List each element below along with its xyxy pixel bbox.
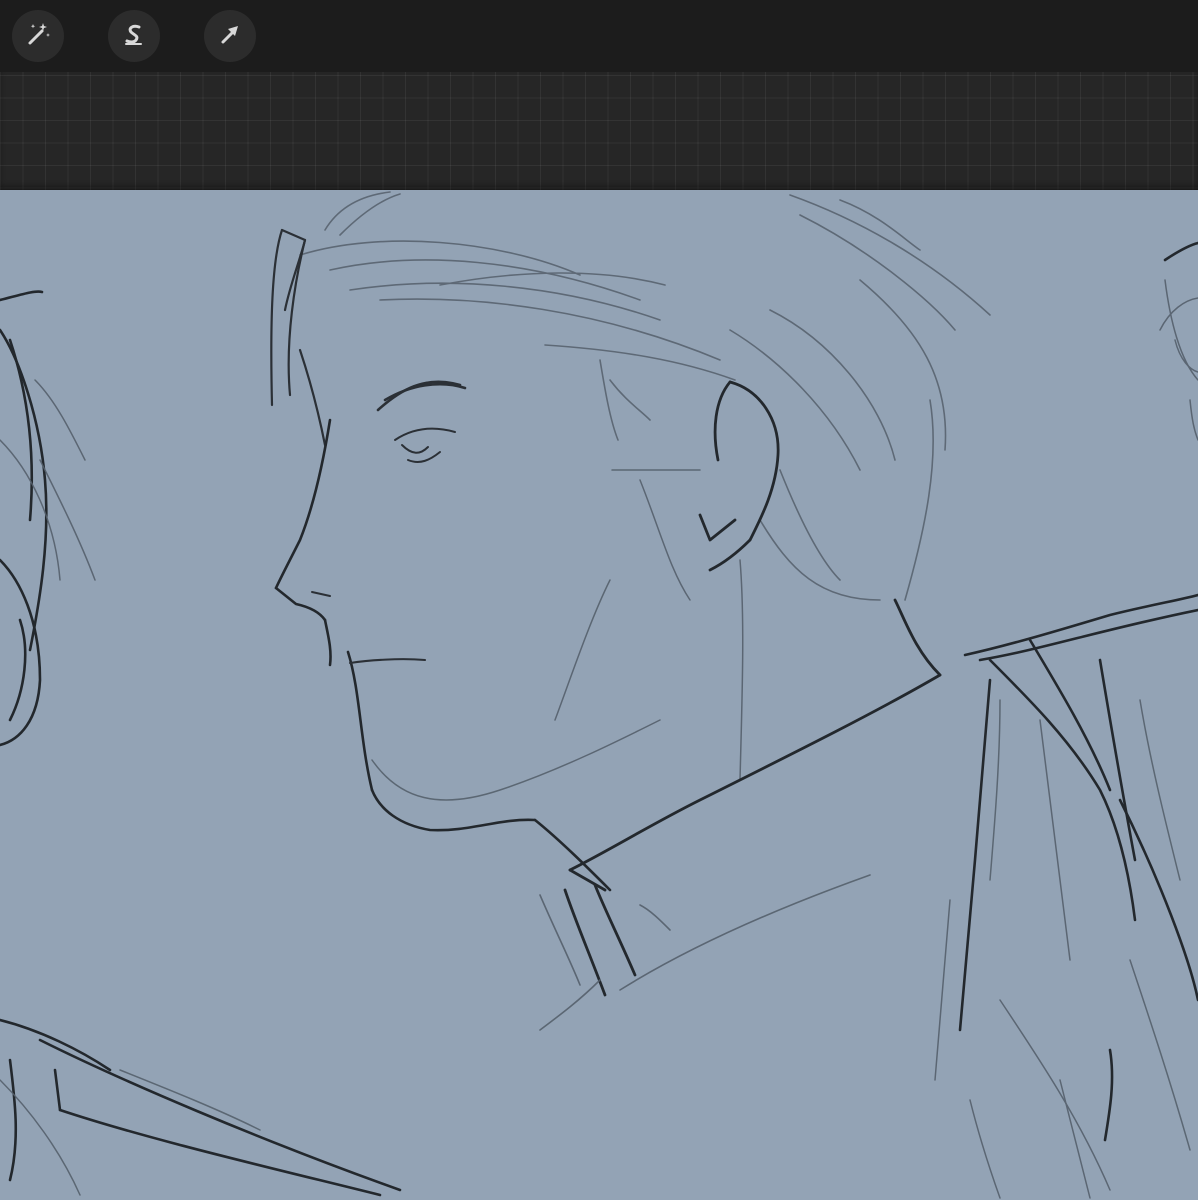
procreate-app	[0, 0, 1198, 1200]
selection-button[interactable]	[108, 10, 160, 62]
sketch-drawing	[0, 191, 1198, 1199]
adjustments-button[interactable]	[12, 10, 64, 62]
selection-s-icon	[119, 19, 149, 53]
drawing-canvas[interactable]	[0, 190, 1198, 1200]
workspace-grid	[0, 72, 1198, 190]
transform-button[interactable]	[204, 10, 256, 62]
magic-wand-icon	[23, 19, 53, 53]
top-toolbar	[0, 0, 1198, 72]
arrow-cursor-icon	[215, 19, 245, 53]
